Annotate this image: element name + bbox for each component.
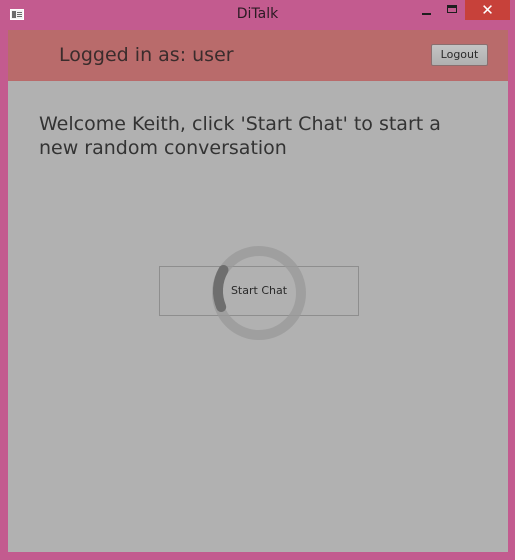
title-bar[interactable]: DiTalk ✕: [0, 0, 515, 30]
minimize-icon[interactable]: [414, 0, 440, 20]
maximize-icon[interactable]: [440, 0, 466, 20]
app-window: DiTalk ✕ Logged in as: user Logout Welco…: [0, 0, 515, 560]
content-area: Logged in as: user Logout Welcome Keith,…: [8, 30, 508, 552]
header-bar: Logged in as: user Logout: [8, 30, 508, 81]
welcome-message: Welcome Keith, click 'Start Chat' to sta…: [39, 113, 441, 159]
start-chat-button[interactable]: Start Chat: [159, 266, 359, 316]
logged-in-label: Logged in as: user: [59, 44, 234, 66]
logout-button[interactable]: Logout: [431, 44, 488, 66]
close-icon[interactable]: ✕: [465, 0, 510, 20]
